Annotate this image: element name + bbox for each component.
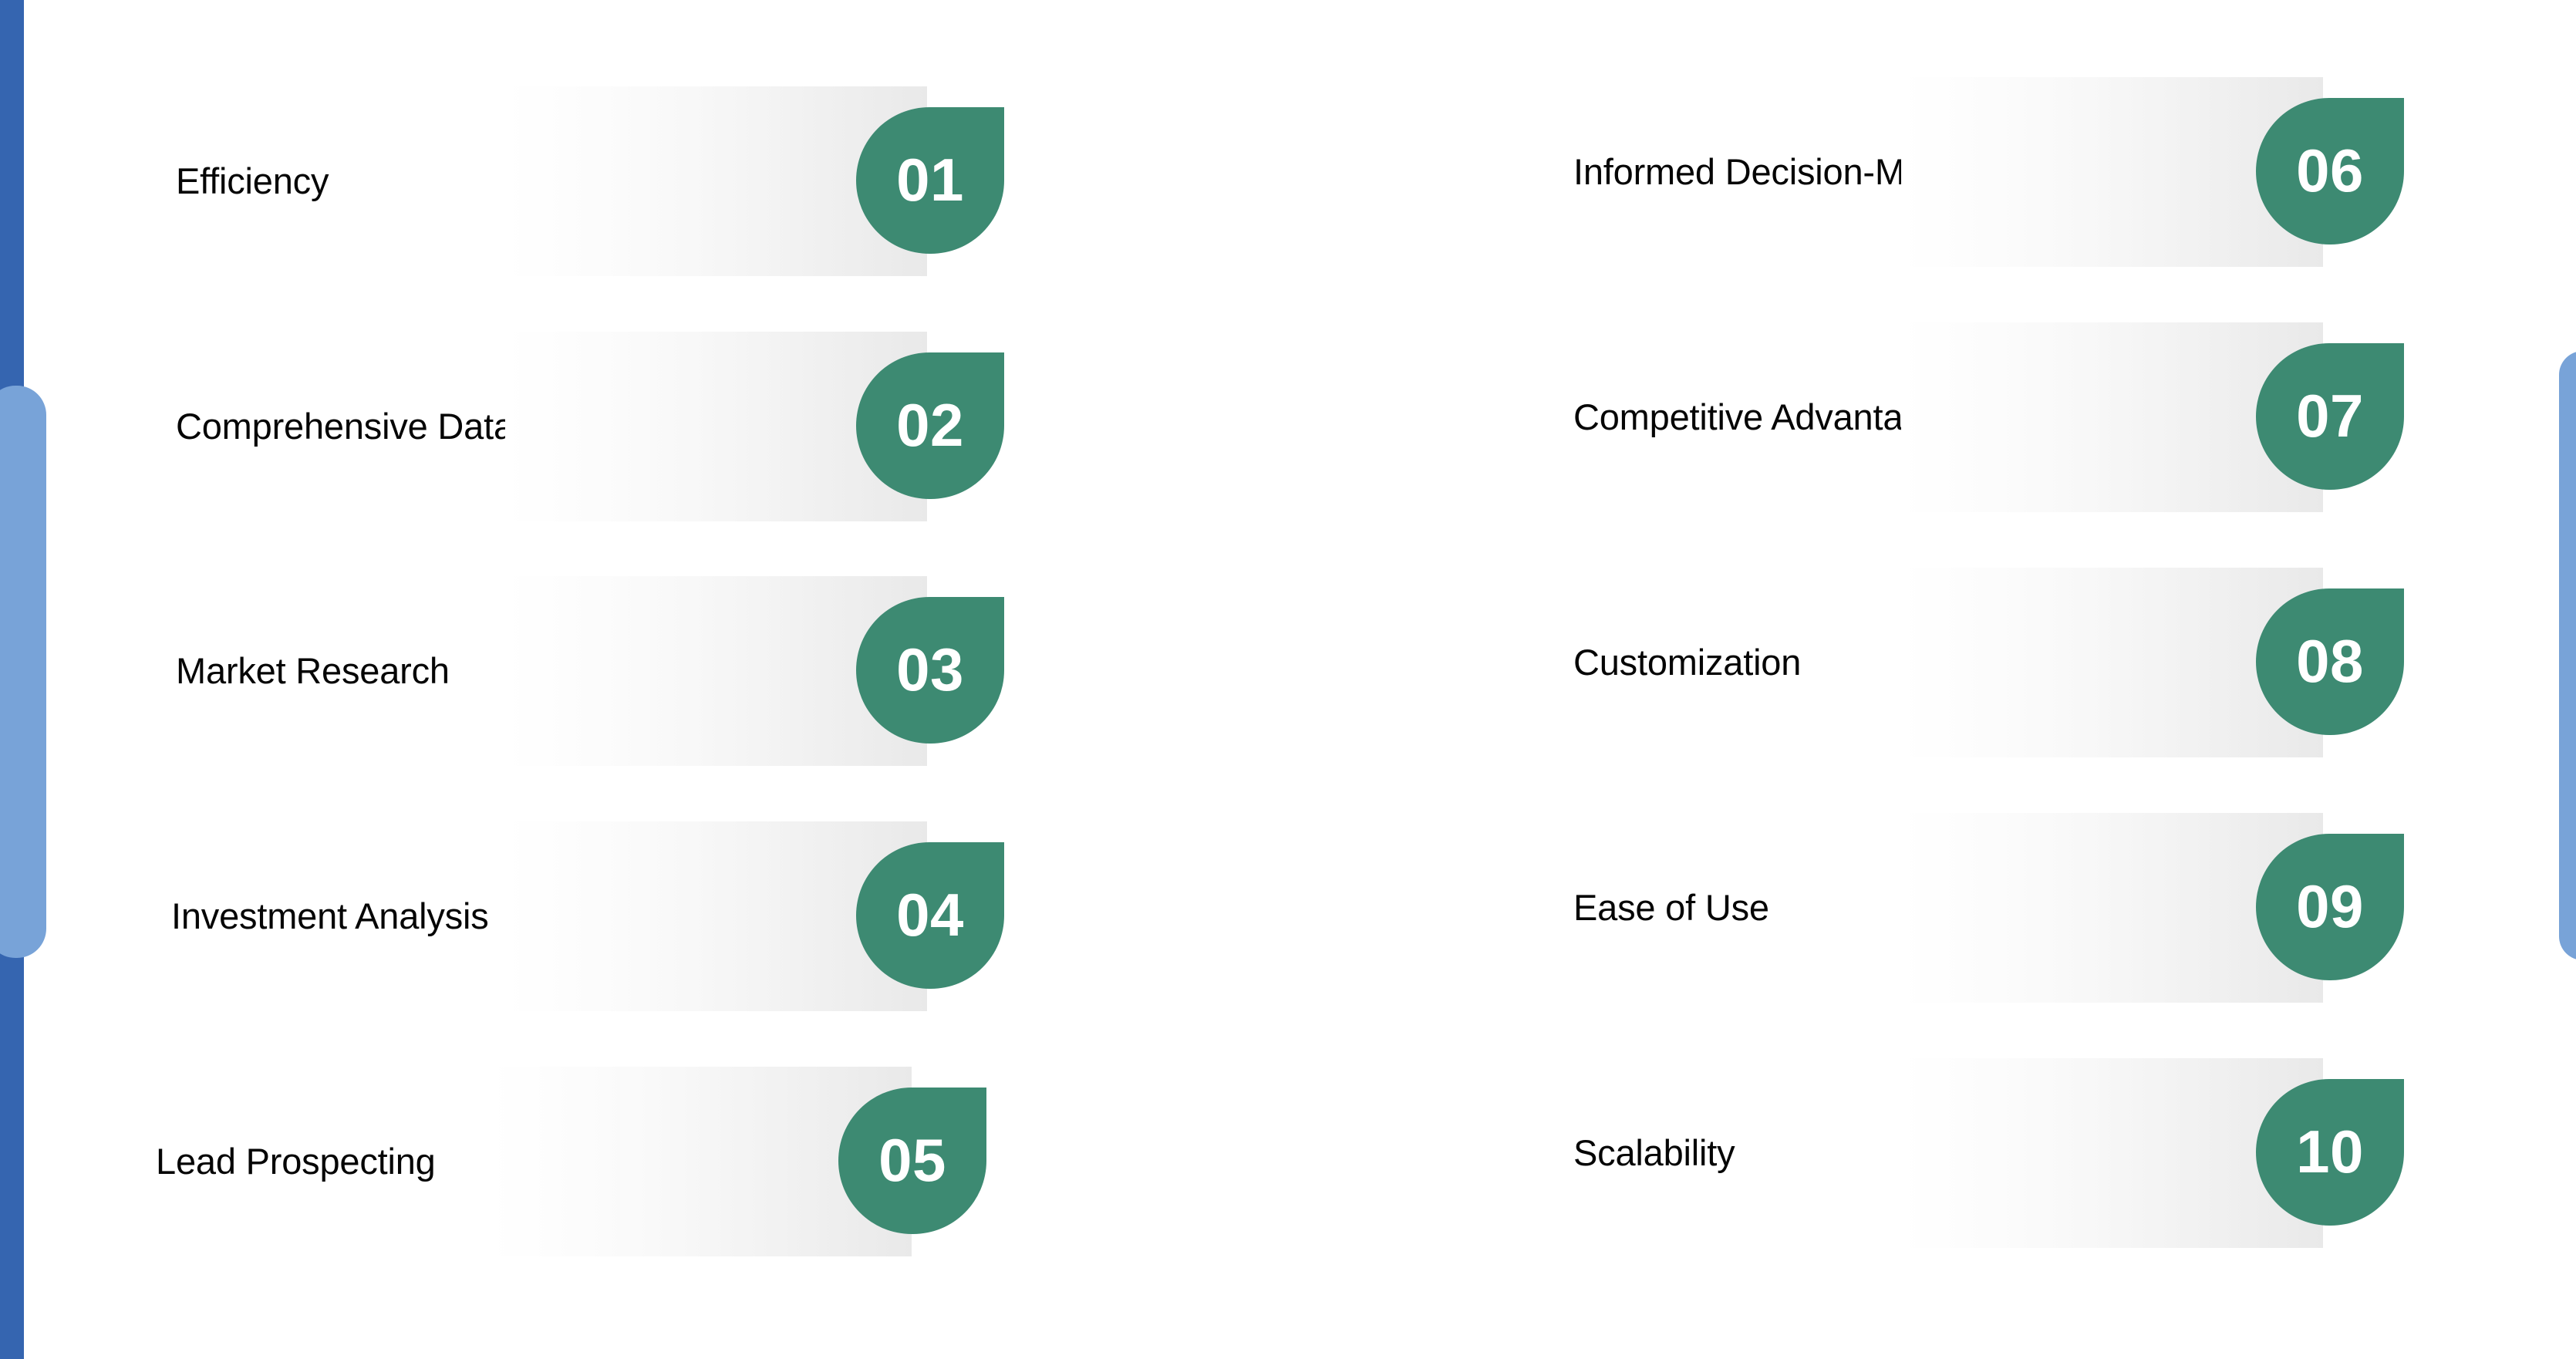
benefit-number-badge: 02 [856, 352, 1004, 499]
benefit-number-badge: 06 [2256, 98, 2404, 244]
benefit-row[interactable]: Investment Analysis 04 [171, 821, 1097, 1011]
benefit-number-text: 05 [878, 1126, 946, 1194]
benefit-row[interactable]: Ease of Use 09 [1573, 813, 2499, 1003]
benefit-number-text: 01 [896, 146, 964, 214]
benefit-number-text: 06 [2296, 137, 2364, 204]
benefit-number-badge: 10 [2256, 1079, 2404, 1226]
benefit-row[interactable]: Efficiency 01 [176, 86, 1101, 276]
benefit-label: Competitive Advantage [1573, 396, 1944, 437]
benefits-list: Efficiency 01 Comprehensive Data 02 Mark… [0, 0, 2576, 1359]
benefit-number-badge: 01 [856, 107, 1004, 254]
benefit-row[interactable]: Scalability 10 [1573, 1058, 2499, 1248]
benefit-row[interactable]: Customization 08 [1573, 568, 2499, 757]
benefit-number-text: 10 [2296, 1118, 2364, 1185]
benefit-number-badge: 04 [856, 842, 1004, 989]
benefit-label: Comprehensive Data [176, 405, 514, 447]
benefit-row[interactable]: Lead Prospecting 05 [156, 1067, 1081, 1256]
benefit-number-badge: 09 [2256, 834, 2404, 980]
benefit-label: Customization [1573, 641, 1802, 683]
benefit-number-text: 04 [896, 881, 964, 949]
benefit-number-badge: 08 [2256, 588, 2404, 735]
benefit-label: Lead Prospecting [156, 1140, 436, 1182]
benefits-column-left: Efficiency 01 Comprehensive Data 02 Mark… [0, 0, 1288, 1359]
benefit-number-text: 03 [896, 636, 964, 703]
benefit-label: Ease of Use [1573, 886, 1769, 928]
benefit-label: Investment Analysis [171, 895, 489, 936]
benefit-row[interactable]: Competitive Advantage 07 [1573, 322, 2499, 512]
benefit-number-text: 02 [896, 391, 964, 459]
benefit-number-text: 09 [2296, 872, 2364, 940]
benefit-label: Efficiency [176, 160, 329, 201]
benefit-row[interactable]: Market Research 03 [176, 576, 1101, 766]
benefit-number-badge: 05 [838, 1088, 986, 1234]
benefit-label: Market Research [176, 649, 450, 691]
benefit-number-text: 07 [2296, 382, 2364, 450]
benefit-label: Scalability [1573, 1131, 1735, 1173]
benefit-number-badge: 03 [856, 597, 1004, 744]
benefit-row[interactable]: Informed Decision-Making 06 [1573, 77, 2499, 267]
benefit-number-text: 08 [2296, 627, 2364, 695]
benefit-row[interactable]: Comprehensive Data 02 [176, 332, 1101, 521]
benefits-column-right: Informed Decision-Making 06 Competitive … [1288, 0, 2576, 1359]
benefit-number-badge: 07 [2256, 343, 2404, 490]
